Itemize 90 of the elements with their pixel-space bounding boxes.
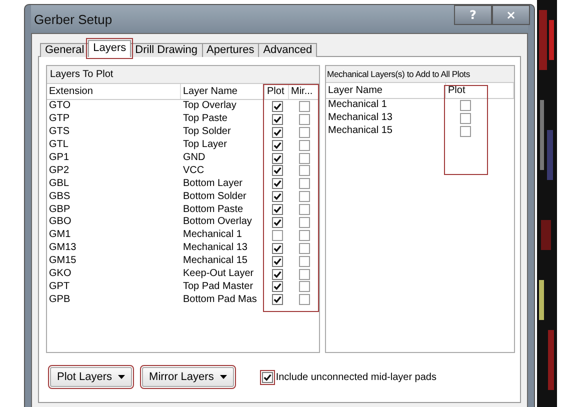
caret-icon [118,375,126,379]
table-cell-text: Bottom Paste [182,204,244,216]
checkbox[interactable] [272,152,282,164]
checkbox[interactable] [272,165,282,176]
panel-title: Mechanical Layers(s) to Add to All Plots [326,66,514,83]
column-header[interactable]: Mir... [289,84,319,99]
tab[interactable]: Layers [88,40,132,57]
column-header[interactable]: Plot [446,83,514,98]
checkbox[interactable] [298,216,310,228]
table-cell-text: Top Solder [182,126,232,138]
checkbox[interactable] [298,230,310,241]
checkbox[interactable] [298,140,310,151]
checkbox[interactable] [272,126,282,138]
column-header[interactable]: Plot [265,84,289,99]
checkbox[interactable] [272,256,282,267]
checkbox[interactable] [272,268,282,280]
checkbox[interactable] [298,152,310,164]
column-header[interactable]: Layer Name [181,84,265,99]
table-cell-text: Mechanical 13 [182,242,248,254]
table-cell-text: Mechanical 15 [327,125,394,138]
tab[interactable]: Apertures [202,43,260,57]
table-cell-text: GBO [48,216,72,228]
table-cell-text: GPB [48,294,72,306]
table-cell-text: Bottom Overlay [182,216,253,228]
table-cell-text: Bottom Pad Mas [182,294,258,306]
caret-icon [220,375,227,379]
checkbox[interactable] [272,178,282,190]
checkbox[interactable] [298,242,310,254]
table-cell-text: Bottom Solder [182,190,248,203]
panel-title: Layers To Plot [47,66,319,84]
table-cell-text: GKO [48,268,72,280]
table-cell-text: GPT [48,280,71,293]
table-cell-text: GTO [48,100,72,112]
checkbox-label: Include unconnected mid-layer pads [276,372,436,382]
checkbox[interactable] [298,126,310,138]
checkbox[interactable] [272,242,282,254]
tab[interactable]: Drill Drawing [130,43,203,57]
table-cell-text: Top Layer [182,139,228,152]
table-cell-text: Top Pad Master [182,280,254,293]
checkbox[interactable] [272,204,282,216]
checkbox[interactable] [298,165,310,176]
table-cell-text: Mechanical 1 [182,229,243,242]
window-title: Gerber Setup [33,12,114,26]
table-cell-text: GP1 [48,152,70,164]
checkbox[interactable] [272,114,282,125]
tab[interactable]: Advanced [258,43,318,57]
tab[interactable]: General [40,43,90,57]
checkbox[interactable] [460,112,471,124]
checkbox[interactable] [272,191,282,202]
table-cell-text: GTP [48,113,71,126]
table-cell-text: GBS [48,190,72,203]
table-cell-text: GBL [48,178,70,190]
checkbox[interactable] [272,100,282,112]
checkbox[interactable] [298,281,310,292]
column-header[interactable]: Extension [47,84,181,99]
checkbox[interactable] [460,100,471,111]
table-cell-text: GM1 [48,229,72,242]
table-cell-text: VCC [182,164,206,177]
checkbox[interactable] [298,256,310,267]
checkbox[interactable] [298,191,310,202]
table-cell-text: Mechanical 13 [327,112,394,124]
table-cell-text: Bottom Layer [182,178,244,190]
checkbox[interactable] [272,294,282,306]
table-cell-text: GM15 [48,255,78,268]
table-cell-text: GTL [48,139,70,152]
checkbox[interactable] [272,281,282,292]
checkbox[interactable] [460,126,471,137]
table-cell-text: GM13 [48,242,78,254]
checkbox[interactable] [272,230,282,241]
table-cell-text: Mechanical 15 [182,255,248,268]
table-cell-text: Mechanical 1 [327,99,388,112]
table-cell-text: GBP [48,204,72,216]
checkbox[interactable] [298,114,310,125]
checkbox[interactable] [298,204,310,216]
table-cell-text: GND [182,152,206,164]
checkbox[interactable] [298,178,310,190]
checkbox[interactable] [272,140,282,151]
column-header[interactable]: Layer Name [326,83,446,98]
checkbox[interactable] [298,100,310,112]
table-cell-text: GP2 [48,164,70,177]
checkbox[interactable] [298,268,310,280]
dropdown-button[interactable]: Mirror Layers [142,367,234,387]
table-cell-text: Top Paste [182,113,228,126]
checkbox[interactable] [272,216,282,228]
checkbox[interactable] [262,372,273,382]
checkbox[interactable] [298,294,310,306]
table-cell-text: GTS [48,126,71,138]
table-cell-text: Top Overlay [182,100,238,112]
dropdown-button[interactable]: Plot Layers [50,367,132,387]
table-cell-text: Keep-Out Layer [182,268,255,280]
